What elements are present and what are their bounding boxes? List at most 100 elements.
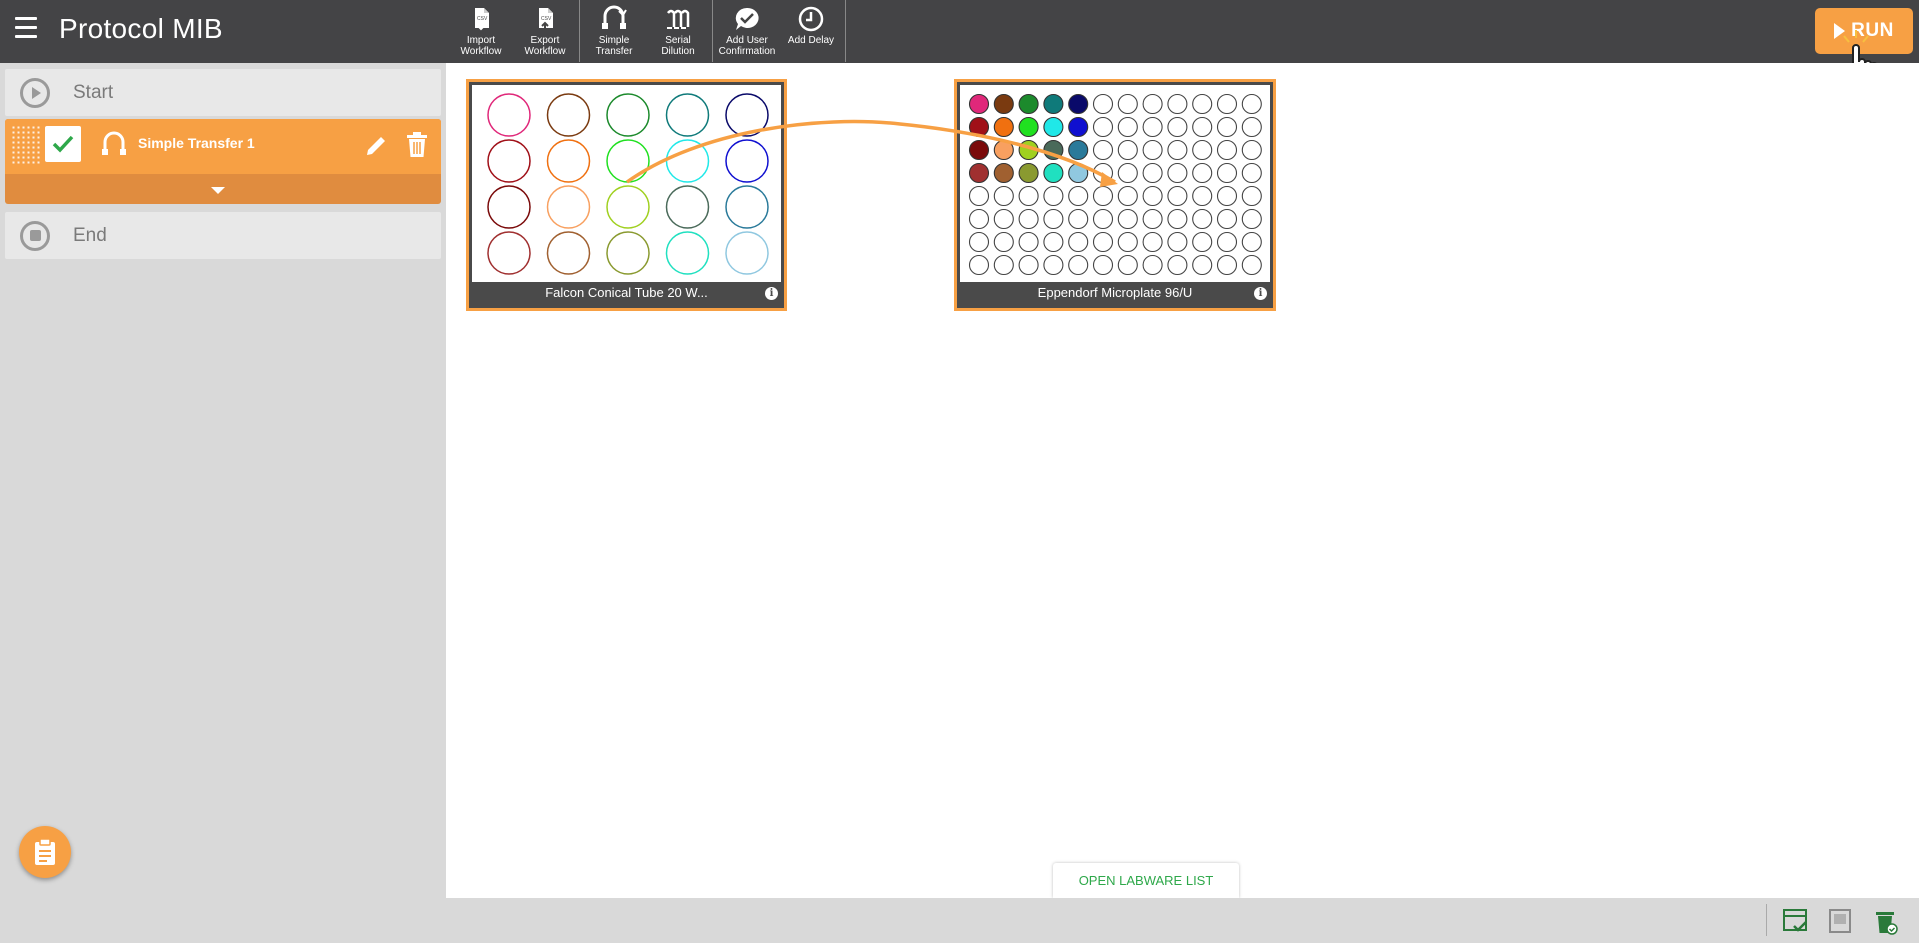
- empty-well[interactable]: [1216, 208, 1238, 230]
- empty-well[interactable]: [1167, 162, 1188, 184]
- empty-well[interactable]: [1167, 254, 1188, 276]
- source-tube[interactable]: [546, 185, 591, 229]
- add-delay-button[interactable]: Add Delay: [779, 0, 843, 62]
- filled-well[interactable]: [1018, 93, 1039, 115]
- empty-well[interactable]: [1241, 185, 1262, 207]
- empty-well[interactable]: [1142, 231, 1163, 253]
- source-tube[interactable]: [487, 185, 531, 229]
- empty-well[interactable]: [1216, 93, 1238, 115]
- empty-well[interactable]: [968, 231, 990, 253]
- filled-well[interactable]: [1018, 139, 1039, 161]
- empty-well[interactable]: [1117, 231, 1138, 253]
- empty-well[interactable]: [1092, 231, 1114, 253]
- empty-well[interactable]: [1117, 139, 1138, 161]
- empty-well[interactable]: [1068, 254, 1089, 276]
- filled-well[interactable]: [993, 162, 1014, 184]
- source-tube[interactable]: [546, 93, 591, 137]
- empty-well[interactable]: [1117, 162, 1138, 184]
- empty-well[interactable]: [1068, 208, 1089, 230]
- empty-well[interactable]: [1092, 93, 1114, 115]
- empty-well[interactable]: [1192, 162, 1213, 184]
- empty-well[interactable]: [1167, 93, 1188, 115]
- info-icon[interactable]: i: [765, 287, 778, 300]
- filled-well[interactable]: [1043, 162, 1064, 184]
- source-tube[interactable]: [725, 231, 769, 275]
- empty-well[interactable]: [1043, 208, 1064, 230]
- empty-well[interactable]: [1192, 254, 1213, 276]
- clear-deck-icon[interactable]: [1872, 906, 1900, 936]
- empty-well[interactable]: [1117, 93, 1138, 115]
- source-tube[interactable]: [606, 139, 650, 183]
- step-simple-transfer[interactable]: Simple Transfer 1: [5, 119, 441, 204]
- empty-well[interactable]: [968, 208, 990, 230]
- filled-well[interactable]: [1068, 116, 1089, 138]
- filled-well[interactable]: [1043, 93, 1064, 115]
- empty-well[interactable]: [1167, 116, 1188, 138]
- filled-well[interactable]: [1018, 162, 1039, 184]
- empty-well[interactable]: [1117, 208, 1138, 230]
- export-workflow-button[interactable]: CSV Export Workflow: [513, 0, 577, 62]
- empty-well[interactable]: [1241, 162, 1262, 184]
- validate-labware-icon[interactable]: [1782, 906, 1810, 936]
- source-tube[interactable]: [665, 139, 710, 183]
- source-tube[interactable]: [725, 185, 769, 229]
- empty-well[interactable]: [1043, 254, 1064, 276]
- empty-well[interactable]: [1018, 231, 1039, 253]
- filled-well[interactable]: [1068, 162, 1089, 184]
- filled-well[interactable]: [993, 139, 1014, 161]
- source-tube[interactable]: [665, 93, 710, 137]
- source-tube[interactable]: [665, 185, 710, 229]
- empty-well[interactable]: [1092, 139, 1114, 161]
- empty-well[interactable]: [1018, 254, 1039, 276]
- labware-source[interactable]: Falcon Conical Tube 20 W... i: [466, 79, 787, 311]
- empty-well[interactable]: [1142, 185, 1163, 207]
- filled-well[interactable]: [968, 116, 990, 138]
- empty-well[interactable]: [1192, 185, 1213, 207]
- source-tube[interactable]: [665, 231, 710, 275]
- empty-well[interactable]: [1192, 208, 1213, 230]
- empty-well[interactable]: [1092, 116, 1114, 138]
- source-tube[interactable]: [546, 139, 591, 183]
- step-end[interactable]: End: [5, 212, 441, 259]
- filled-well[interactable]: [968, 93, 990, 115]
- empty-well[interactable]: [968, 254, 990, 276]
- empty-well[interactable]: [1241, 116, 1262, 138]
- empty-well[interactable]: [1241, 254, 1262, 276]
- labware-slot-icon[interactable]: [1826, 906, 1854, 936]
- empty-well[interactable]: [1018, 208, 1039, 230]
- empty-well[interactable]: [1216, 254, 1238, 276]
- source-tube[interactable]: [606, 185, 650, 229]
- empty-well[interactable]: [1018, 185, 1039, 207]
- empty-well[interactable]: [1167, 231, 1188, 253]
- empty-well[interactable]: [1167, 185, 1188, 207]
- filled-well[interactable]: [1018, 116, 1039, 138]
- empty-well[interactable]: [968, 185, 990, 207]
- empty-well[interactable]: [1142, 93, 1163, 115]
- empty-well[interactable]: [1241, 93, 1262, 115]
- empty-well[interactable]: [1167, 139, 1188, 161]
- filled-well[interactable]: [1068, 93, 1089, 115]
- empty-well[interactable]: [1241, 208, 1262, 230]
- empty-well[interactable]: [1068, 231, 1089, 253]
- empty-well[interactable]: [1068, 185, 1089, 207]
- empty-well[interactable]: [1216, 162, 1238, 184]
- source-tube[interactable]: [725, 93, 769, 137]
- filled-well[interactable]: [993, 93, 1014, 115]
- open-labware-list-button[interactable]: OPEN LABWARE LIST: [1053, 863, 1239, 898]
- empty-well[interactable]: [1043, 185, 1064, 207]
- empty-well[interactable]: [993, 231, 1014, 253]
- empty-well[interactable]: [1192, 139, 1213, 161]
- empty-well[interactable]: [1167, 208, 1188, 230]
- empty-well[interactable]: [1241, 231, 1262, 253]
- empty-well[interactable]: [993, 208, 1014, 230]
- empty-well[interactable]: [1092, 162, 1114, 184]
- filled-well[interactable]: [993, 116, 1014, 138]
- add-user-confirmation-button[interactable]: Add User Confirmation: [715, 0, 779, 62]
- step-start[interactable]: Start: [5, 69, 441, 116]
- filled-well[interactable]: [968, 139, 990, 161]
- filled-well[interactable]: [1043, 139, 1064, 161]
- info-icon[interactable]: i: [1254, 287, 1267, 300]
- pencil-icon[interactable]: [363, 133, 389, 159]
- empty-well[interactable]: [1192, 93, 1213, 115]
- source-tube[interactable]: [487, 231, 531, 275]
